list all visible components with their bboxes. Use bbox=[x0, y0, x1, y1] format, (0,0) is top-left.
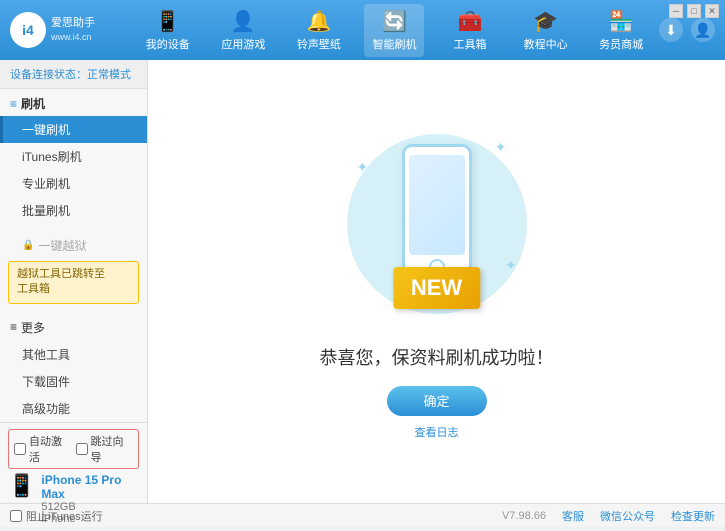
device-icon: 📱 bbox=[155, 9, 180, 34]
batch-flash-label: 批量刷机 bbox=[22, 204, 70, 218]
sidebar: 设备连接状态：正常模式 ≡ 刷机 一键刷机 iTunes刷机 专业刷机 批量刷机… bbox=[0, 60, 148, 503]
sidebar-item-jailbreak-disabled: 🔒 一键越狱 bbox=[0, 232, 147, 259]
tab-tutorial-label: 教程中心 bbox=[524, 36, 568, 52]
flash-icon: 🔄 bbox=[382, 9, 407, 34]
minimize-button[interactable]: ─ bbox=[669, 4, 683, 18]
view-log-label: 查看日志 bbox=[415, 427, 459, 439]
footer-right: V7.98.66 客服 微信公众号 检查更新 bbox=[502, 508, 715, 524]
close-button[interactable]: ✕ bbox=[705, 4, 719, 18]
tab-my-device-label: 我的设备 bbox=[146, 36, 190, 52]
sidebar-status: 设备连接状态：正常模式 bbox=[0, 60, 147, 89]
tab-smart-flash[interactable]: 🔄 智能刷机 bbox=[364, 4, 424, 57]
sidebar-item-advanced[interactable]: 高级功能 bbox=[0, 395, 147, 422]
logo-icon: i4 bbox=[10, 12, 46, 48]
tab-service-label: 务员商城 bbox=[599, 36, 643, 52]
content-area: NEW ✦ ✦ ✦ 恭喜您，保资料刷机成功啦！ 确定 查看日志 bbox=[148, 60, 725, 503]
app-title: 爱思助手 bbox=[51, 16, 95, 31]
app-url: www.i4.cn bbox=[51, 31, 95, 44]
footer-update-link[interactable]: 检查更新 bbox=[671, 508, 715, 524]
view-log-link[interactable]: 查看日志 bbox=[415, 424, 459, 440]
tab-apps-games[interactable]: 👤 应用游戏 bbox=[213, 4, 273, 57]
tab-toolbox[interactable]: 🧰 工具箱 bbox=[440, 4, 500, 57]
footer-left: 阻止iTunes运行 bbox=[10, 508, 103, 524]
apps-icon: 👤 bbox=[231, 9, 256, 34]
auto-guide-checkbox[interactable] bbox=[76, 443, 88, 455]
more-section-icon: ≡ bbox=[10, 320, 17, 334]
one-key-flash-label: 一键刷机 bbox=[22, 123, 70, 137]
main-layout: 设备连接状态：正常模式 ≡ 刷机 一键刷机 iTunes刷机 专业刷机 批量刷机… bbox=[0, 60, 725, 503]
more-section-label: 更多 bbox=[21, 319, 45, 336]
tab-toolbox-label: 工具箱 bbox=[454, 36, 487, 52]
sidebar-item-other-tools[interactable]: 其他工具 bbox=[0, 341, 147, 368]
status-value: 正常模式 bbox=[87, 69, 131, 81]
new-label: NEW bbox=[411, 275, 462, 300]
footer-service-link[interactable]: 客服 bbox=[562, 508, 584, 524]
confirm-button-label: 确定 bbox=[423, 394, 449, 409]
success-text: 恭喜您，保资料刷机成功啦！ bbox=[320, 344, 554, 370]
flash-section-icon: ≡ bbox=[10, 97, 17, 111]
logo-area: i4 爱思助手 www.i4.cn bbox=[10, 12, 130, 48]
toolbox-icon: 🧰 bbox=[458, 9, 483, 34]
auto-guide-option[interactable]: 跳过向导 bbox=[76, 433, 134, 465]
tab-tutorial[interactable]: 🎓 教程中心 bbox=[516, 4, 576, 57]
tab-apps-label: 应用游戏 bbox=[221, 36, 265, 52]
phone-screen bbox=[409, 155, 465, 255]
auto-guide-label: 跳过向导 bbox=[91, 433, 134, 465]
device-phone-icon: 📱 bbox=[8, 473, 35, 499]
sidebar-item-one-key-flash[interactable]: 一键刷机 bbox=[0, 116, 147, 143]
auto-activate-label: 自动激活 bbox=[29, 433, 72, 465]
window-controls: ─ □ ✕ bbox=[669, 4, 719, 18]
lock-icon: 🔒 bbox=[22, 240, 34, 251]
sparkle-3: ✦ bbox=[505, 257, 517, 274]
jailbreak-label: 一键越狱 bbox=[38, 237, 86, 254]
sidebar-item-pro-flash[interactable]: 专业刷机 bbox=[0, 170, 147, 197]
auto-activate-option[interactable]: 自动激活 bbox=[14, 433, 72, 465]
itunes-block-label: 阻止iTunes运行 bbox=[26, 508, 103, 524]
version-label: V7.98.66 bbox=[502, 510, 546, 522]
sidebar-section-flash: ≡ 刷机 bbox=[0, 89, 147, 116]
advanced-label: 高级功能 bbox=[22, 402, 70, 416]
device-name: iPhone 15 Pro Max bbox=[41, 473, 139, 501]
new-ribbon: NEW bbox=[393, 267, 480, 309]
notice-text: 越狱工具已跳转至 工具箱 bbox=[17, 268, 105, 295]
sidebar-section-more: ≡ 更多 bbox=[0, 314, 147, 341]
phone-body bbox=[402, 144, 472, 274]
sidebar-notice: 越狱工具已跳转至 工具箱 bbox=[8, 261, 139, 304]
nav-tabs: 📱 我的设备 👤 应用游戏 🔔 铃声壁纸 🔄 智能刷机 🧰 工具箱 🎓 bbox=[130, 4, 659, 57]
itunes-flash-label: iTunes刷机 bbox=[22, 150, 82, 164]
flash-section-label: 刷机 bbox=[21, 95, 45, 112]
sidebar-item-batch-flash[interactable]: 批量刷机 bbox=[0, 197, 147, 224]
service-icon: 🏪 bbox=[609, 9, 634, 34]
header-right: ⬇ 👤 bbox=[659, 18, 715, 42]
download-button[interactable]: ⬇ bbox=[659, 18, 683, 42]
ringtone-icon: 🔔 bbox=[306, 9, 331, 34]
sidebar-item-itunes-flash[interactable]: iTunes刷机 bbox=[0, 143, 147, 170]
itunes-block-checkbox[interactable] bbox=[10, 510, 22, 522]
sparkle-2: ✦ bbox=[495, 139, 507, 156]
tab-smart-flash-label: 智能刷机 bbox=[372, 36, 416, 52]
tab-ringtones-label: 铃声壁纸 bbox=[297, 36, 341, 52]
confirm-button[interactable]: 确定 bbox=[387, 386, 487, 416]
auto-activate-checkbox[interactable] bbox=[14, 443, 26, 455]
phone-illustration: NEW ✦ ✦ ✦ bbox=[337, 124, 537, 324]
footer-wechat-link[interactable]: 微信公众号 bbox=[600, 508, 655, 524]
download-firmware-label: 下载固件 bbox=[22, 375, 70, 389]
tab-service[interactable]: 🏪 务员商城 bbox=[591, 4, 651, 57]
maximize-button[interactable]: □ bbox=[687, 4, 701, 18]
tutorial-icon: 🎓 bbox=[533, 9, 558, 34]
tab-my-device[interactable]: 📱 我的设备 bbox=[138, 4, 198, 57]
header: i4 爱思助手 www.i4.cn 📱 我的设备 👤 应用游戏 🔔 铃声壁纸 🔄… bbox=[0, 0, 725, 60]
pro-flash-label: 专业刷机 bbox=[22, 177, 70, 191]
sidebar-item-download-firmware[interactable]: 下载固件 bbox=[0, 368, 147, 395]
tab-ringtones[interactable]: 🔔 铃声壁纸 bbox=[289, 4, 349, 57]
other-tools-label: 其他工具 bbox=[22, 348, 70, 362]
user-button[interactable]: 👤 bbox=[691, 18, 715, 42]
status-label: 设备连接状态： bbox=[10, 69, 87, 81]
logo-text: 爱思助手 www.i4.cn bbox=[51, 16, 95, 44]
auto-options-box: 自动激活 跳过向导 bbox=[8, 429, 139, 469]
sparkle-1: ✦ bbox=[357, 159, 369, 176]
